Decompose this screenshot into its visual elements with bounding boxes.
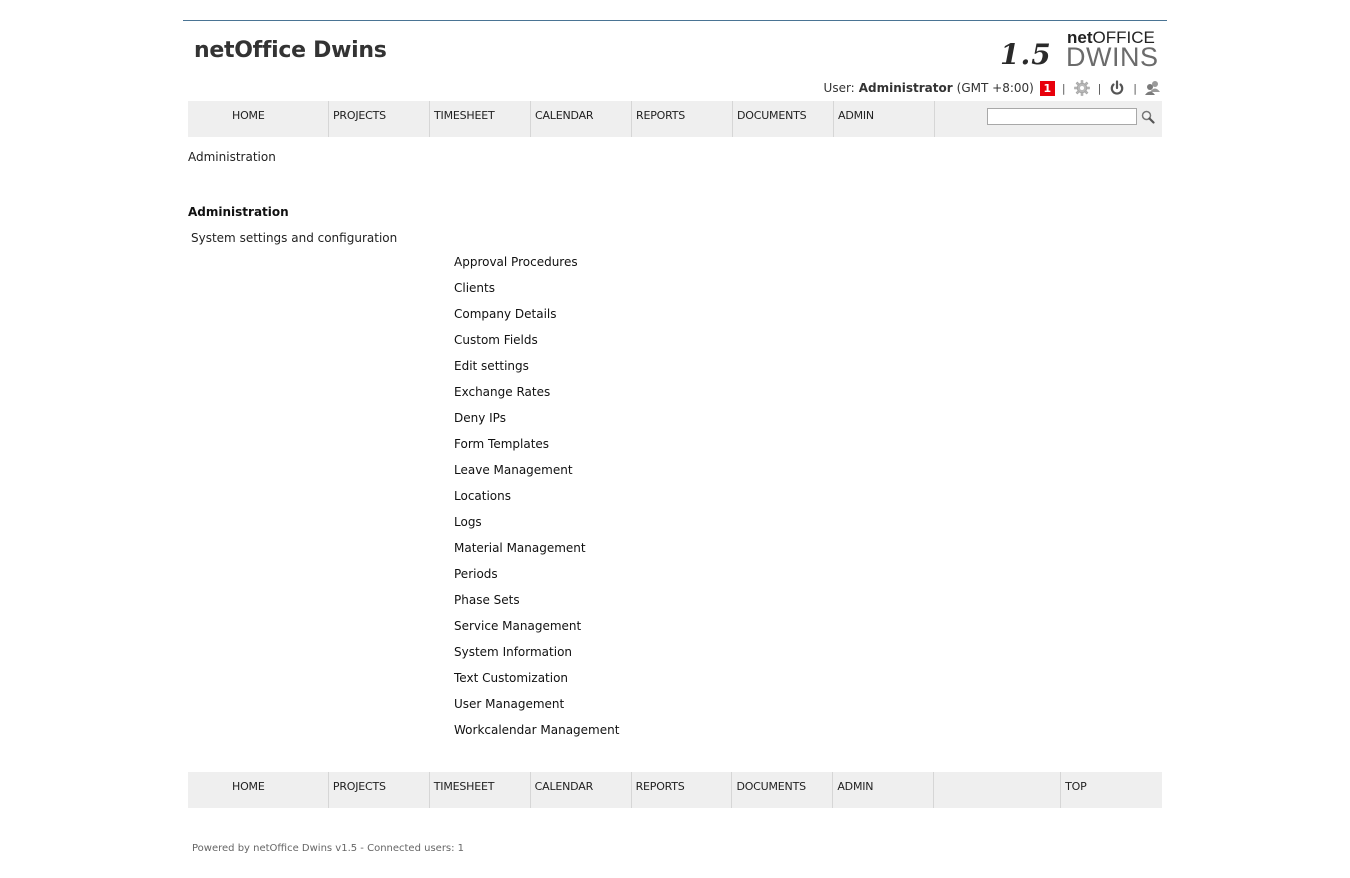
admin-link-system-information[interactable]: System Information <box>454 644 619 670</box>
admin-link-service-management[interactable]: Service Management <box>454 618 619 644</box>
search-icon[interactable] <box>1141 109 1155 128</box>
nav-documents[interactable]: DOCUMENTS <box>733 101 834 137</box>
footer-nav-calendar[interactable]: CALENDAR <box>531 772 632 808</box>
nav-timesheet[interactable]: TIMESHEET <box>430 101 531 137</box>
app-title: netOffice Dwins <box>194 38 387 63</box>
admin-link-logs[interactable]: Logs <box>454 514 619 540</box>
footer-nav-home[interactable]: HOME <box>188 772 329 808</box>
admin-link-company-details[interactable]: Company Details <box>454 306 619 332</box>
separator: | <box>1061 81 1066 95</box>
admin-link-approval-procedures[interactable]: Approval Procedures <box>454 254 619 280</box>
footer-nav-timesheet[interactable]: TIMESHEET <box>430 772 531 808</box>
nav-admin[interactable]: ADMIN <box>834 101 935 137</box>
admin-link-periods[interactable]: Periods <box>454 566 619 592</box>
logo-dwins: DWINS <box>1066 42 1159 72</box>
search-input[interactable] <box>987 108 1137 125</box>
footer-nav-reports[interactable]: REPORTS <box>632 772 733 808</box>
nav-reports[interactable]: REPORTS <box>632 101 733 137</box>
admin-link-exchange-rates[interactable]: Exchange Rates <box>454 384 619 410</box>
footer-nav-documents[interactable]: DOCUMENTS <box>732 772 834 808</box>
admin-link-text-customization[interactable]: Text Customization <box>454 670 619 696</box>
main-nav: HOME PROJECTS TIMESHEET CALENDAR REPORTS… <box>188 101 1162 137</box>
separator: | <box>1133 81 1137 95</box>
timezone: (GMT +8:00) <box>956 81 1034 95</box>
admin-link-deny-ips[interactable]: Deny IPs <box>454 410 619 436</box>
admin-link-edit-settings[interactable]: Edit settings <box>454 358 619 384</box>
admin-link-custom-fields[interactable]: Custom Fields <box>454 332 619 358</box>
admin-link-form-templates[interactable]: Form Templates <box>454 436 619 462</box>
user-label: User: <box>823 81 855 95</box>
header-divider <box>183 20 1167 21</box>
logo-version: 1.5 <box>1000 38 1052 71</box>
footer-nav-projects[interactable]: PROJECTS <box>329 772 430 808</box>
admin-link-user-management[interactable]: User Management <box>454 696 619 722</box>
nav-projects[interactable]: PROJECTS <box>329 101 430 137</box>
users-icon[interactable] <box>1144 79 1162 97</box>
gear-icon[interactable] <box>1073 79 1091 97</box>
admin-link-leave-management[interactable]: Leave Management <box>454 462 619 488</box>
footer-powered-by: Powered by netOffice Dwins v1.5 - Connec… <box>192 843 465 854</box>
power-icon[interactable] <box>1108 79 1126 97</box>
admin-links-list: Approval Procedures Clients Company Deta… <box>454 254 619 748</box>
user-bar: User: Administrator (GMT +8:00) 1 | | | <box>824 79 1162 97</box>
admin-link-clients[interactable]: Clients <box>454 280 619 306</box>
footer-nav: HOME PROJECTS TIMESHEET CALENDAR REPORTS… <box>188 772 1162 808</box>
admin-link-workcalendar-management[interactable]: Workcalendar Management <box>454 722 619 748</box>
page-title: Administration <box>188 205 289 219</box>
nav-calendar[interactable]: CALENDAR <box>531 101 632 137</box>
admin-link-locations[interactable]: Locations <box>454 488 619 514</box>
user-name[interactable]: Administrator <box>859 81 953 95</box>
admin-link-phase-sets[interactable]: Phase Sets <box>454 592 619 618</box>
footer-nav-admin[interactable]: ADMIN <box>833 772 935 808</box>
product-logo: 1.5 netOFFICE DWINS <box>998 28 1158 72</box>
separator: | <box>1097 81 1102 95</box>
breadcrumb: Administration <box>188 150 276 164</box>
admin-link-material-management[interactable]: Material Management <box>454 540 619 566</box>
nav-home[interactable]: HOME <box>188 101 329 137</box>
search-area <box>935 101 1162 137</box>
footer-nav-top[interactable]: TOP <box>1061 772 1162 808</box>
footer-nav-spacer <box>934 772 1062 808</box>
notification-badge[interactable]: 1 <box>1039 80 1055 96</box>
page-description: System settings and configuration <box>191 231 398 245</box>
